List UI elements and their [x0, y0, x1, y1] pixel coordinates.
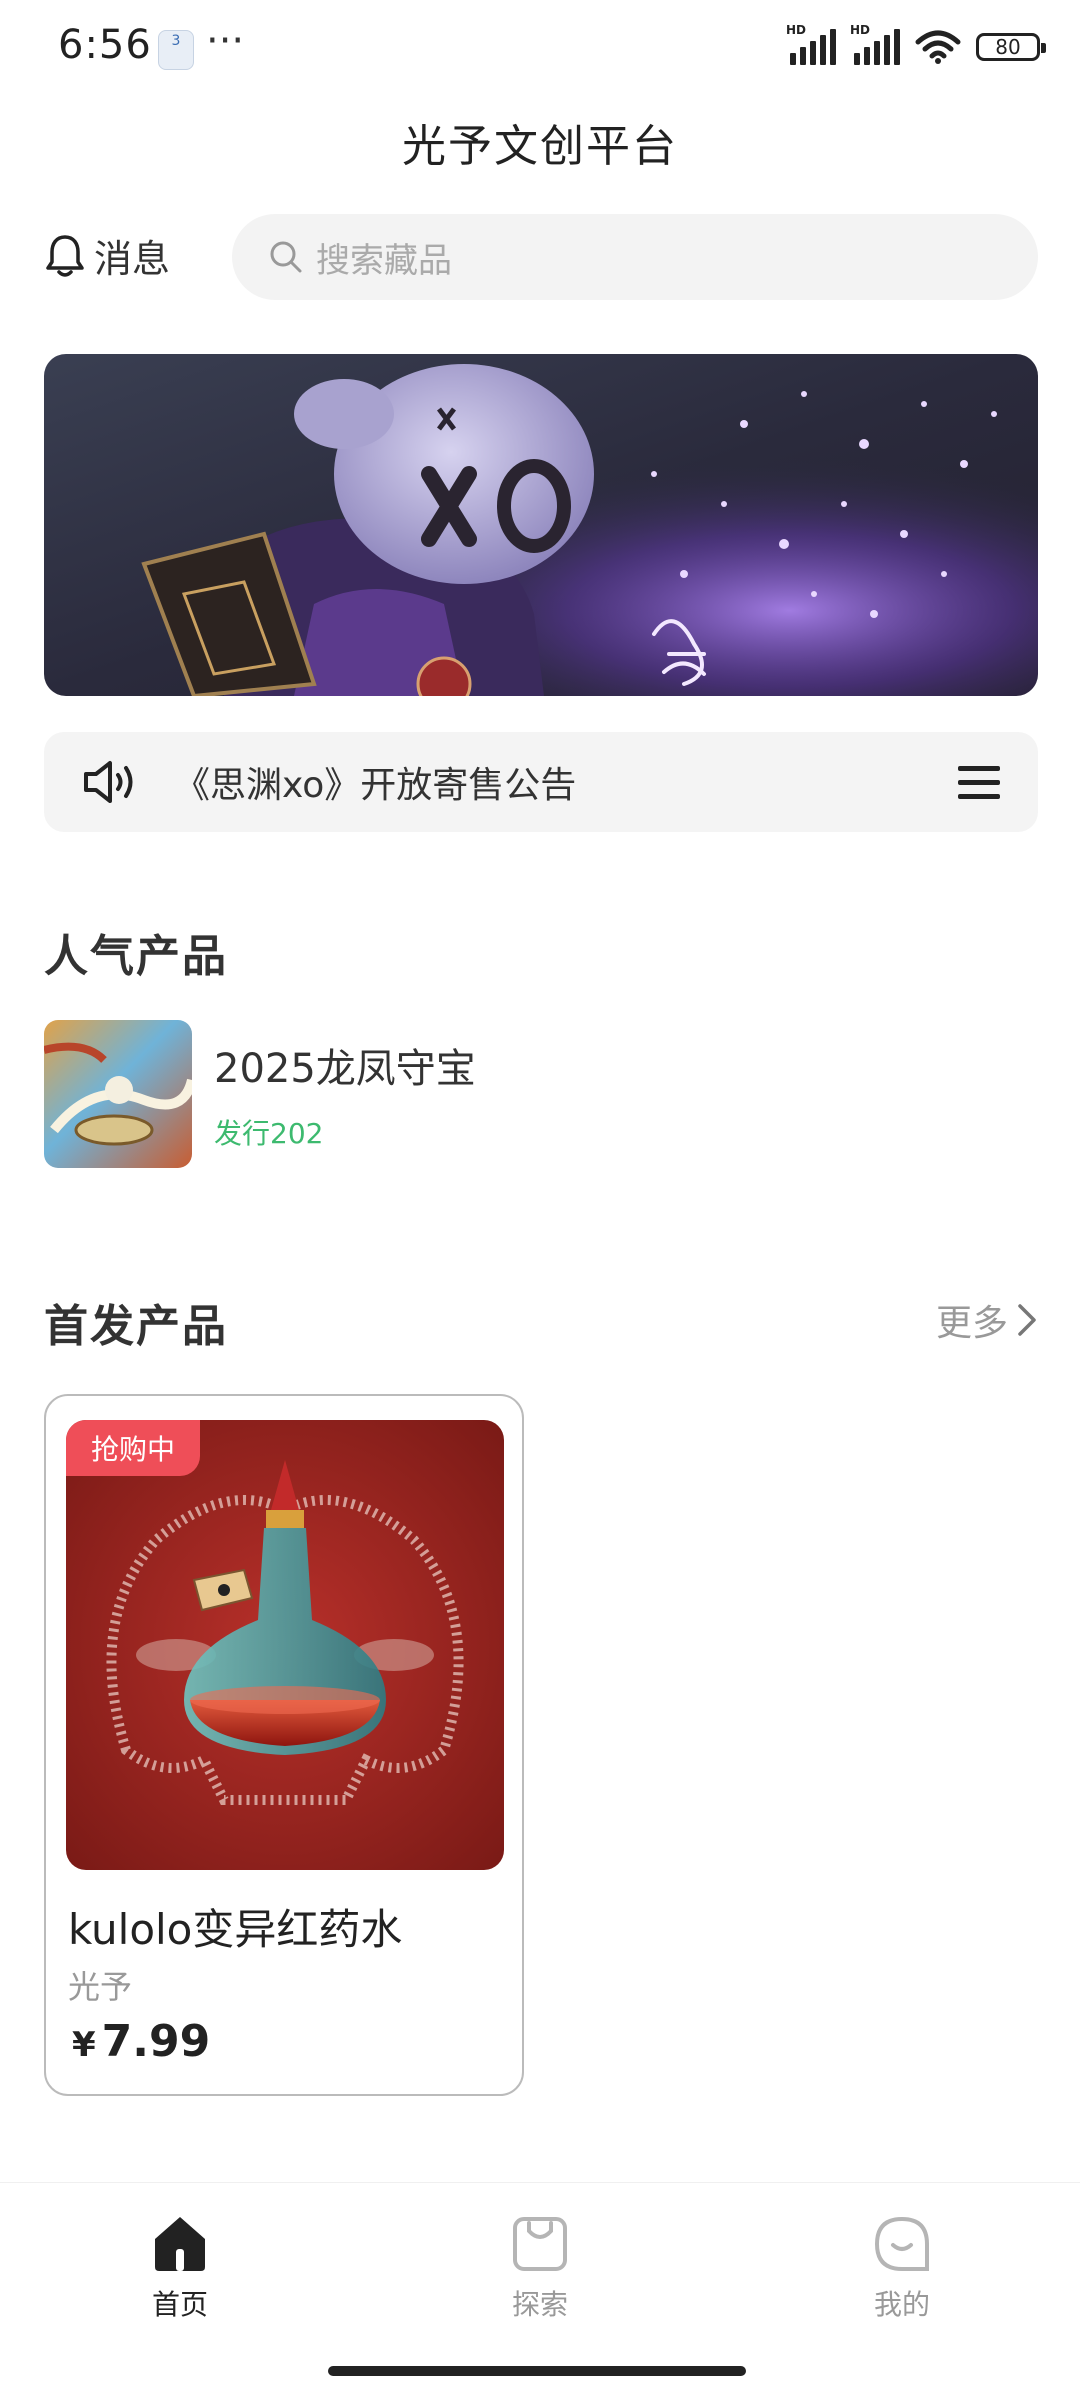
- popular-product-item[interactable]: 2025龙凤守宝 发行202: [44, 1020, 476, 1168]
- cellular-signal-icon: HD: [786, 23, 836, 65]
- search-icon: [270, 241, 302, 273]
- popular-product-thumbnail: [44, 1020, 192, 1168]
- bell-icon: [46, 234, 84, 277]
- page-title: 光予文创平台: [402, 121, 678, 172]
- nav-explore[interactable]: 探索: [440, 2213, 640, 2323]
- nav-explore-label: 探索: [511, 2288, 568, 2321]
- banner-image: [44, 354, 1038, 696]
- nav-mine[interactable]: 我的: [802, 2213, 1002, 2323]
- popular-product-issue: 发行202: [214, 1117, 324, 1150]
- price-currency: ¥: [72, 2025, 96, 2065]
- more-button[interactable]: 更多: [936, 1294, 1038, 1346]
- battery-indicator: 80: [976, 33, 1046, 61]
- announcement-bar[interactable]: 《思渊xo》开放寄售公告: [44, 732, 1038, 832]
- wifi-icon: [915, 30, 961, 64]
- promo-banner[interactable]: [44, 354, 1038, 696]
- first-release-section-title: 首发产品: [44, 1301, 228, 1352]
- product-image: [66, 1420, 504, 1870]
- status-time: 6:56: [58, 22, 152, 68]
- popular-product-name: 2025龙凤守宝: [214, 1046, 476, 1092]
- home-screen: 6:56 3 ··· HD HD 80 光予文创平台 消息 搜索藏品 《思渊xo…: [0, 0, 1080, 2400]
- profile-icon: [874, 2216, 929, 2271]
- signal-hd-label-2: HD: [850, 23, 871, 37]
- home-icon: [155, 2217, 205, 2271]
- home-indicator[interactable]: [328, 2366, 746, 2376]
- chevron-right-icon: [1018, 1304, 1036, 1336]
- nav-mine-label: 我的: [873, 2288, 930, 2321]
- menu-icon[interactable]: [958, 765, 1000, 799]
- cellular-signal-icon-2: HD: [850, 23, 900, 65]
- product-price: ¥7.99: [72, 2016, 210, 2067]
- nav-home-label: 首页: [151, 2288, 208, 2321]
- search-placeholder: 搜索藏品: [316, 240, 452, 281]
- announcement-text: 《思渊xo》开放寄售公告: [174, 765, 577, 806]
- shopping-bag-icon: [513, 2217, 567, 2271]
- messages-label: 消息: [94, 237, 171, 281]
- popular-section-title: 人气产品: [44, 931, 228, 982]
- speaker-icon: [84, 761, 133, 803]
- notification-badge: 3: [158, 30, 194, 70]
- product-name: kulolo变异红药水: [68, 1905, 403, 1954]
- battery-level: 80: [995, 35, 1021, 59]
- price-value: 7.99: [101, 2016, 211, 2067]
- status-indicators: HD HD 80: [786, 23, 1046, 66]
- messages-button[interactable]: 消息: [44, 228, 170, 283]
- status-bar: 6:56 3 ··· HD HD 80: [0, 0, 1080, 96]
- more-label: 更多: [935, 1303, 1008, 1344]
- search-input[interactable]: 搜索藏品: [232, 214, 1038, 300]
- product-brand: 光予: [68, 1968, 133, 2006]
- nav-home[interactable]: 首页: [80, 2213, 280, 2323]
- status-overflow-icon: ···: [206, 18, 245, 64]
- notification-badge-count: 3: [171, 33, 181, 49]
- product-card[interactable]: 抢购中 kulolo变异红药水 光予 ¥ 7.99: [44, 1394, 524, 2096]
- status-badge: 抢购中: [66, 1420, 200, 1476]
- signal-hd-label: HD: [786, 23, 807, 37]
